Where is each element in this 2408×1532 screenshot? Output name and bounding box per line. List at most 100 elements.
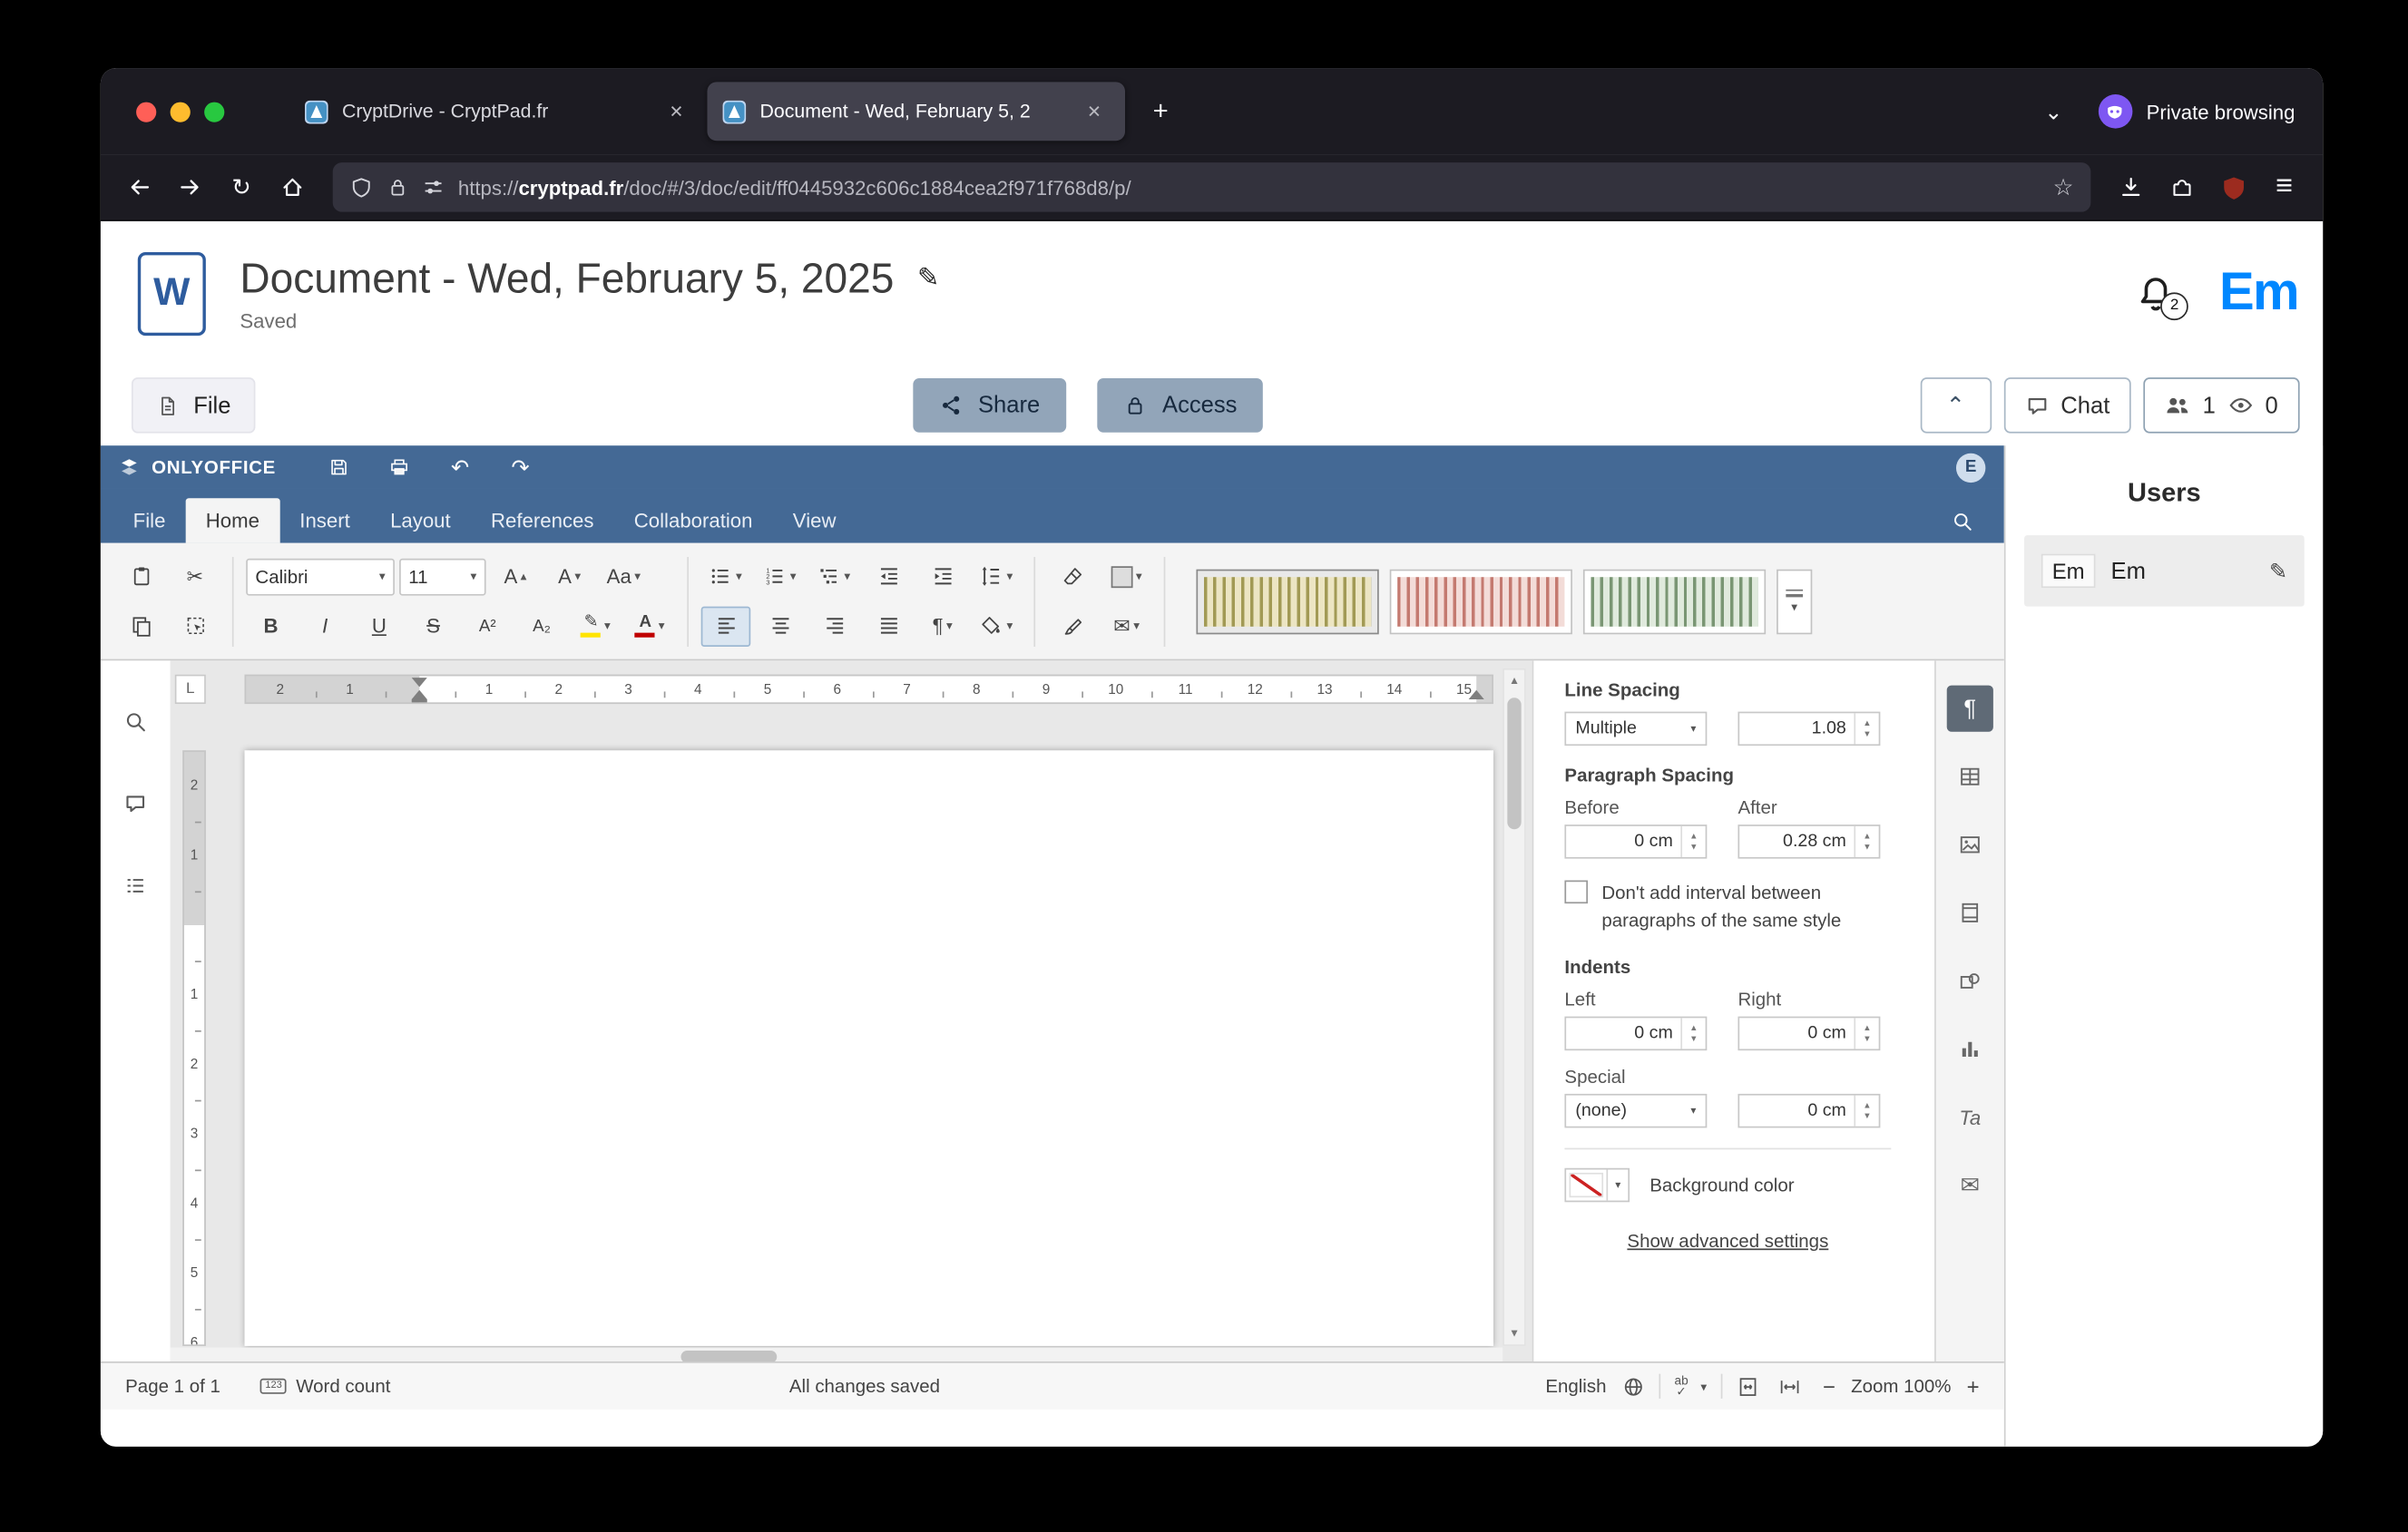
highlight-color-button[interactable]: ✎▾ bbox=[571, 606, 621, 646]
spin-up-icon[interactable]: ▲ bbox=[1689, 1023, 1698, 1032]
spin-up-icon[interactable]: ▲ bbox=[1689, 832, 1698, 841]
spin-up-icon[interactable]: ▲ bbox=[1863, 1101, 1871, 1110]
maximize-window-button[interactable] bbox=[204, 102, 224, 122]
nonprinting-characters-button[interactable]: ¶▾ bbox=[917, 606, 967, 646]
spacing-after-spinner[interactable]: 0.28 cm▲▼ bbox=[1737, 825, 1880, 859]
style-thumbnail-no-spacing[interactable] bbox=[1390, 569, 1572, 634]
decrease-indent-button[interactable] bbox=[864, 556, 914, 596]
list-tabs-chevron-icon[interactable]: ⌄ bbox=[2033, 92, 2073, 132]
decrease-font-button[interactable]: A▾ bbox=[544, 556, 594, 596]
tracking-protection-shield-icon[interactable] bbox=[349, 176, 373, 200]
mail-merge-button[interactable]: ✉▾ bbox=[1101, 606, 1151, 646]
menu-tab-collaboration[interactable]: Collaboration bbox=[614, 498, 773, 542]
spin-up-icon[interactable]: ▲ bbox=[1863, 832, 1871, 841]
copy-style-button[interactable] bbox=[1048, 606, 1098, 646]
print-button[interactable] bbox=[383, 450, 417, 484]
indent-left-spinner[interactable]: 0 cm▲▼ bbox=[1564, 1017, 1707, 1051]
new-tab-button[interactable]: + bbox=[1138, 88, 1184, 134]
paragraph-color-button[interactable]: ▾ bbox=[1101, 556, 1151, 596]
spin-down-icon[interactable]: ▼ bbox=[1863, 1034, 1871, 1043]
spin-down-icon[interactable]: ▼ bbox=[1863, 843, 1871, 852]
font-name-select[interactable]: Calibri▾ bbox=[246, 558, 395, 595]
hanging-indent-marker[interactable] bbox=[412, 690, 427, 699]
collapse-toolbar-button[interactable]: ⌃ bbox=[1920, 377, 1991, 433]
spin-down-icon[interactable]: ▼ bbox=[1689, 1034, 1698, 1043]
access-button[interactable]: Access bbox=[1097, 378, 1263, 433]
paragraph-settings-icon[interactable]: ¶ bbox=[1947, 686, 1993, 732]
align-left-button[interactable] bbox=[701, 606, 751, 646]
redo-button[interactable]: ↷ bbox=[504, 450, 538, 484]
user-list-item[interactable]: Em Em ✎ bbox=[2024, 535, 2305, 606]
increase-font-button[interactable]: A▴ bbox=[491, 556, 541, 596]
bold-button[interactable]: B bbox=[246, 606, 296, 646]
minimize-window-button[interactable] bbox=[171, 102, 191, 122]
forward-button[interactable] bbox=[167, 164, 213, 210]
header-footer-settings-icon[interactable] bbox=[1947, 890, 1993, 936]
spin-up-icon[interactable]: ▲ bbox=[1863, 1023, 1871, 1032]
menu-tab-file[interactable]: File bbox=[113, 498, 186, 542]
spin-down-icon[interactable]: ▼ bbox=[1689, 843, 1698, 852]
show-advanced-settings-link[interactable]: Show advanced settings bbox=[1564, 1230, 1891, 1252]
permissions-icon[interactable] bbox=[423, 176, 445, 198]
spin-up-icon[interactable]: ▲ bbox=[1863, 718, 1871, 727]
share-button[interactable]: Share bbox=[913, 378, 1066, 433]
tab-stop-selector[interactable]: L bbox=[175, 675, 206, 704]
menu-tab-home[interactable]: Home bbox=[186, 498, 280, 542]
notifications-bell-icon[interactable]: 2 bbox=[2136, 273, 2176, 313]
file-menu-button[interactable]: File bbox=[132, 377, 256, 433]
globe-icon[interactable] bbox=[1622, 1374, 1646, 1398]
horizontal-scrollbar[interactable] bbox=[171, 1348, 1503, 1361]
scroll-up-arrow[interactable]: ▲ bbox=[1509, 670, 1520, 692]
zoom-out-button[interactable]: − bbox=[1823, 1374, 1835, 1399]
indent-right-spinner[interactable]: 0 cm▲▼ bbox=[1737, 1017, 1880, 1051]
close-icon[interactable]: ✕ bbox=[661, 96, 691, 127]
special-indent-spinner[interactable]: 0 cm▲▼ bbox=[1737, 1094, 1880, 1128]
image-settings-icon[interactable] bbox=[1947, 822, 1993, 868]
vertical-scroll-thumb[interactable] bbox=[1507, 698, 1521, 829]
shading-button[interactable]: ▾ bbox=[972, 606, 1022, 646]
italic-button[interactable]: I bbox=[300, 606, 350, 646]
home-button[interactable] bbox=[269, 164, 316, 210]
extensions-button[interactable] bbox=[2158, 164, 2205, 210]
fit-width-button[interactable] bbox=[1778, 1374, 1802, 1398]
paste-icon[interactable] bbox=[116, 556, 166, 596]
connection-lock-icon[interactable] bbox=[387, 176, 408, 198]
underline-button[interactable]: U bbox=[355, 606, 405, 646]
font-size-select[interactable]: 11▾ bbox=[399, 558, 486, 595]
edit-user-pencil-icon[interactable]: ✎ bbox=[2269, 558, 2287, 584]
line-spacing-select[interactable]: Multiple▾ bbox=[1564, 712, 1707, 746]
close-window-button[interactable] bbox=[136, 102, 156, 122]
close-icon[interactable]: ✕ bbox=[1079, 96, 1110, 127]
back-button[interactable] bbox=[116, 164, 162, 210]
fit-page-button[interactable] bbox=[1737, 1374, 1760, 1398]
mail-merge-settings-icon[interactable]: ✉ bbox=[1947, 1162, 1993, 1208]
undo-button[interactable]: ↶ bbox=[443, 450, 477, 484]
interval-checkbox[interactable] bbox=[1564, 881, 1588, 904]
account-avatar[interactable]: Em bbox=[2219, 263, 2298, 324]
zoom-in-button[interactable]: + bbox=[1967, 1374, 1980, 1399]
first-line-indent-marker[interactable] bbox=[412, 678, 427, 687]
edit-title-pencil-icon[interactable]: ✎ bbox=[917, 263, 939, 294]
horizontal-scroll-thumb[interactable] bbox=[680, 1351, 777, 1361]
comments-icon[interactable] bbox=[115, 783, 155, 823]
scroll-down-arrow[interactable]: ▼ bbox=[1509, 1322, 1520, 1344]
spell-checking-button[interactable]: ab✓ ▾ bbox=[1675, 1375, 1708, 1398]
styles-gallery-expand-button[interactable]: ▾ bbox=[1777, 569, 1812, 634]
align-center-button[interactable] bbox=[755, 606, 805, 646]
ublock-origin-icon[interactable] bbox=[2210, 164, 2256, 210]
find-search-icon[interactable] bbox=[115, 701, 155, 741]
menu-tab-insert[interactable]: Insert bbox=[279, 498, 370, 542]
text-art-settings-icon[interactable]: Ta bbox=[1947, 1094, 1993, 1140]
navigation-outline-icon[interactable] bbox=[115, 864, 155, 904]
special-indent-select[interactable]: (none)▾ bbox=[1564, 1094, 1707, 1128]
font-color-button[interactable]: A▾ bbox=[625, 606, 675, 646]
downloads-button[interactable] bbox=[2108, 164, 2154, 210]
search-icon[interactable] bbox=[1952, 511, 1973, 532]
line-spacing-spinner[interactable]: 1.08▲▼ bbox=[1737, 712, 1880, 746]
increase-indent-button[interactable] bbox=[917, 556, 967, 596]
menu-tab-references[interactable]: References bbox=[471, 498, 614, 542]
reload-button[interactable]: ↻ bbox=[218, 164, 264, 210]
spacing-before-spinner[interactable]: 0 cm▲▼ bbox=[1564, 825, 1707, 859]
justify-button[interactable] bbox=[864, 606, 914, 646]
chart-settings-icon[interactable] bbox=[1947, 1026, 1993, 1072]
